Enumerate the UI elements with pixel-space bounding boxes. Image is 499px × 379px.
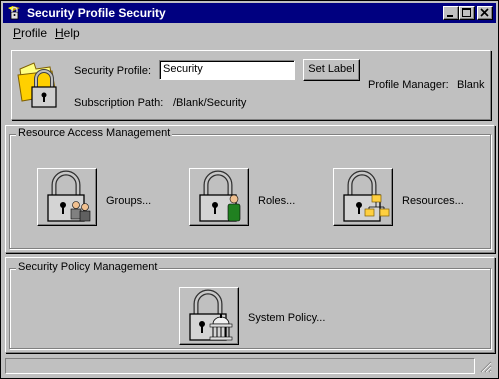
set-label-button[interactable]: Set Label xyxy=(303,59,360,81)
system-policy-button[interactable] xyxy=(179,287,239,345)
menu-profile[interactable]: Profile xyxy=(13,26,47,40)
resize-grip-icon[interactable] xyxy=(479,360,492,373)
menu-help[interactable]: Help xyxy=(55,26,80,40)
minimize-button[interactable] xyxy=(443,6,459,20)
security-profile-input[interactable]: Security xyxy=(159,60,295,80)
status-bar xyxy=(5,358,494,374)
resources-button[interactable] xyxy=(333,168,393,226)
main-window: Security Profile Security Profile Help S… xyxy=(0,0,499,379)
profile-manager-value: Blank xyxy=(457,79,485,91)
subscription-path-value: /Blank/Security xyxy=(173,97,247,109)
policy-panel: Security Policy Management System Policy… xyxy=(5,257,495,353)
menu-bar: Profile Help xyxy=(3,24,496,42)
lock-capitol-icon xyxy=(189,289,233,341)
groups-label: Groups... xyxy=(106,195,152,207)
policy-groupbox: Security Policy Management xyxy=(9,261,491,349)
roles-label: Roles... xyxy=(258,195,296,207)
window-title: Security Profile Security xyxy=(27,6,166,20)
security-profile-label: Security Profile: xyxy=(74,65,152,77)
profile-manager-label: Profile Manager: xyxy=(368,79,449,91)
system-policy-label: System Policy... xyxy=(248,312,326,324)
close-button[interactable] xyxy=(477,6,493,20)
lock-groups-icon xyxy=(47,170,91,222)
resource-access-panel: Resource Access Management Groups... Rol… xyxy=(5,125,495,253)
app-icon xyxy=(6,5,22,21)
resource-access-title: Resource Access Management xyxy=(16,127,173,139)
resources-label: Resources... xyxy=(402,195,464,207)
maximize-icon xyxy=(462,8,471,17)
title-bar[interactable]: Security Profile Security xyxy=(3,3,496,23)
minimize-icon xyxy=(447,15,453,17)
policy-title: Security Policy Management xyxy=(16,261,160,273)
profile-panel: Security Profile: Security Set Label Pro… xyxy=(11,50,491,120)
roles-button[interactable] xyxy=(189,168,249,226)
folder-lock-icon xyxy=(17,62,57,108)
subscription-path-label: Subscription Path: xyxy=(74,97,164,109)
groups-button[interactable] xyxy=(37,168,97,226)
maximize-button[interactable] xyxy=(459,6,475,20)
status-pane xyxy=(5,358,475,374)
close-icon xyxy=(480,8,489,17)
lock-resources-icon xyxy=(343,170,390,222)
lock-roles-icon xyxy=(199,170,241,222)
